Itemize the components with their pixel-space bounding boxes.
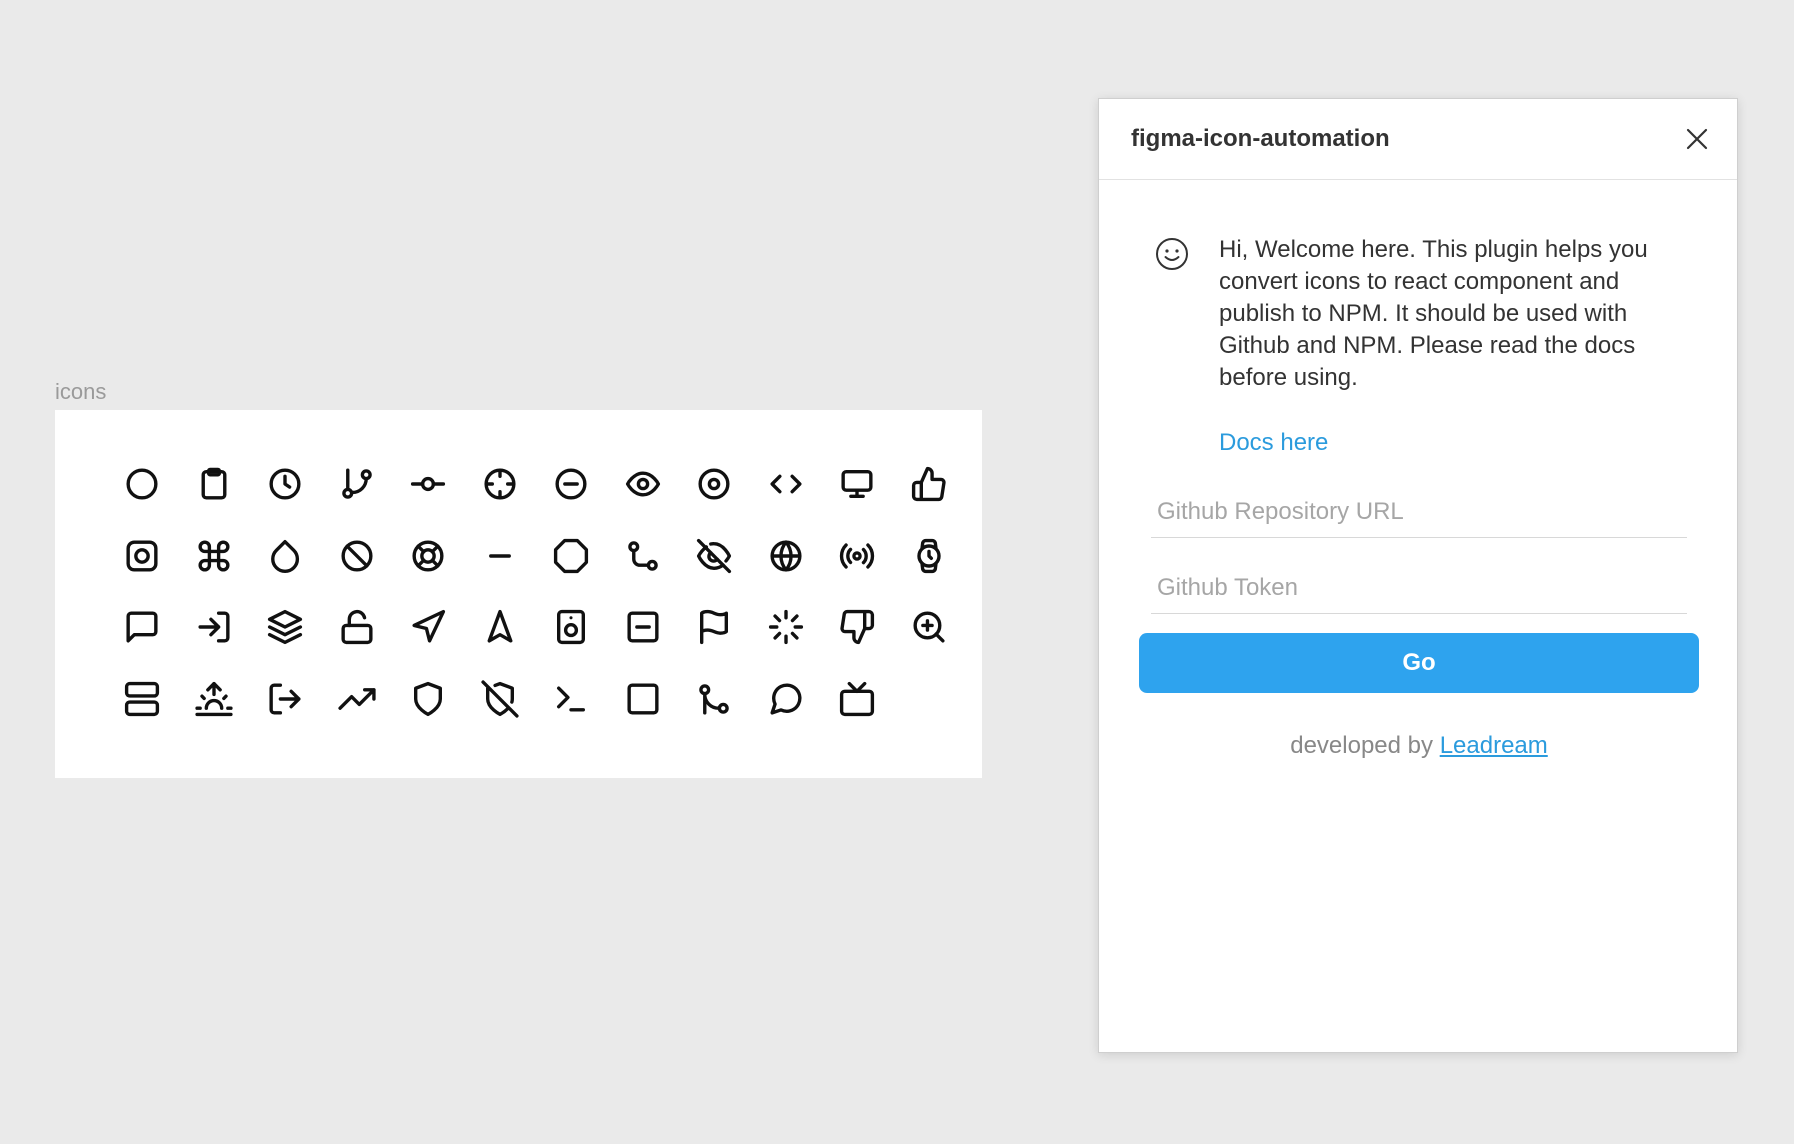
close-button[interactable] bbox=[1679, 121, 1715, 157]
terminal-icon[interactable] bbox=[551, 679, 591, 719]
close-icon bbox=[1686, 128, 1708, 150]
git-merge-icon[interactable] bbox=[694, 679, 734, 719]
instagram-icon[interactable] bbox=[122, 536, 162, 576]
server-icon[interactable] bbox=[122, 679, 162, 719]
droplet-icon[interactable] bbox=[265, 536, 305, 576]
git-commit-icon[interactable] bbox=[408, 464, 448, 504]
crosshair-icon[interactable] bbox=[480, 464, 520, 504]
leadream-link[interactable]: Leadream bbox=[1440, 732, 1548, 759]
shield-off-icon[interactable] bbox=[480, 679, 520, 719]
log-in-icon[interactable] bbox=[194, 607, 234, 647]
thumbs-down-icon[interactable] bbox=[837, 607, 877, 647]
monitor-icon[interactable] bbox=[837, 464, 877, 504]
git-branch-icon[interactable] bbox=[337, 464, 377, 504]
life-buoy-icon[interactable] bbox=[408, 536, 448, 576]
credit-prefix: developed by bbox=[1290, 732, 1440, 759]
tv-icon[interactable] bbox=[837, 679, 877, 719]
clipboard-icon[interactable] bbox=[194, 464, 234, 504]
disc-icon[interactable] bbox=[694, 464, 734, 504]
github-repo-url-input[interactable] bbox=[1151, 486, 1687, 538]
minus-square-icon[interactable] bbox=[623, 607, 663, 647]
plugin-window: figma-icon-automation Hi, Welcome here. … bbox=[1098, 98, 1738, 1053]
flag-icon[interactable] bbox=[694, 607, 734, 647]
radio-icon[interactable] bbox=[837, 536, 877, 576]
message-square-icon[interactable] bbox=[122, 607, 162, 647]
smile-icon bbox=[1152, 234, 1192, 274]
slash-icon[interactable] bbox=[337, 536, 377, 576]
credit-text: developed by Leadream bbox=[1099, 732, 1739, 760]
trending-up-icon[interactable] bbox=[337, 679, 377, 719]
globe-icon[interactable] bbox=[766, 536, 806, 576]
github-token-input[interactable] bbox=[1151, 562, 1687, 614]
frame-label[interactable]: icons bbox=[55, 379, 106, 405]
eye-off-icon[interactable] bbox=[694, 536, 734, 576]
sunrise-icon[interactable] bbox=[194, 679, 234, 719]
circle-icon[interactable] bbox=[122, 464, 162, 504]
plugin-header: figma-icon-automation bbox=[1099, 99, 1737, 180]
icons-frame[interactable] bbox=[55, 410, 982, 778]
thumbs-up-icon[interactable] bbox=[909, 464, 949, 504]
layers-icon[interactable] bbox=[265, 607, 305, 647]
minus-circle-icon[interactable] bbox=[551, 464, 591, 504]
shield-icon[interactable] bbox=[408, 679, 448, 719]
square-icon[interactable] bbox=[623, 679, 663, 719]
welcome-message: Hi, Welcome here. This plugin helps you … bbox=[1219, 236, 1648, 391]
octagon-icon[interactable] bbox=[551, 536, 591, 576]
go-button[interactable]: Go bbox=[1139, 633, 1699, 693]
eye-icon[interactable] bbox=[623, 464, 663, 504]
log-out-icon[interactable] bbox=[265, 679, 305, 719]
watch-icon[interactable] bbox=[909, 536, 949, 576]
navigation-2-icon[interactable] bbox=[480, 607, 520, 647]
plugin-title: figma-icon-automation bbox=[1131, 125, 1390, 152]
navigation-icon[interactable] bbox=[408, 607, 448, 647]
zoom-in-icon[interactable] bbox=[909, 607, 949, 647]
docs-link[interactable]: Docs here bbox=[1219, 429, 1328, 457]
git-pull-request-icon[interactable] bbox=[623, 536, 663, 576]
code-icon[interactable] bbox=[766, 464, 806, 504]
speaker-icon[interactable] bbox=[551, 607, 591, 647]
command-icon[interactable] bbox=[194, 536, 234, 576]
message-circle-icon[interactable] bbox=[766, 679, 806, 719]
loader-icon[interactable] bbox=[766, 607, 806, 647]
minus-icon[interactable] bbox=[480, 536, 520, 576]
clock-icon[interactable] bbox=[265, 464, 305, 504]
unlock-icon[interactable] bbox=[337, 607, 377, 647]
